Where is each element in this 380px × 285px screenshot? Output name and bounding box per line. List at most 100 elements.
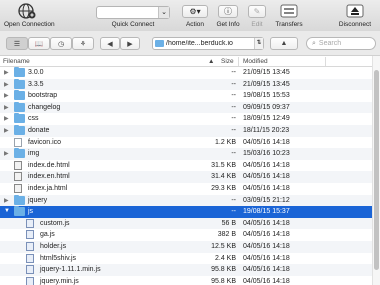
file-modified: 04/05/16 14:18 (243, 242, 290, 250)
file-modified: 18/11/15 20:23 (243, 126, 290, 134)
back-button[interactable]: ◀ (100, 37, 120, 50)
file-row[interactable]: ▶ 3.3.5 -- 21/09/15 13:45 (0, 78, 372, 91)
file-size: 12.5 KB (211, 242, 236, 250)
browser-view-button[interactable]: ☰ (6, 37, 28, 50)
file-modified: 18/09/15 12:49 (243, 115, 290, 123)
disclosure-collapsed-icon[interactable]: ▶ (4, 81, 9, 88)
eject-icon (334, 2, 376, 20)
file-row[interactable]: holder.js 12.5 KB 04/05/16 14:18 (0, 240, 372, 253)
disclosure-collapsed-icon[interactable]: ▶ (4, 150, 9, 157)
column-divider[interactable] (325, 57, 326, 66)
disclosure-collapsed-icon[interactable]: ▶ (4, 69, 9, 76)
file-modified: 04/05/16 14:18 (243, 231, 290, 239)
folder-icon (14, 124, 25, 135)
file-row[interactable]: ▼ js -- 19/08/15 15:37 (0, 206, 372, 218)
file-modified: 21/09/15 13:45 (243, 69, 290, 76)
file-row[interactable]: index.de.html 31.5 KB 04/05/16 14:18 (0, 160, 372, 172)
chevron-down-icon[interactable]: ⌄ (158, 7, 169, 18)
vertical-scrollbar[interactable] (372, 56, 380, 285)
chevron-updown-icon[interactable]: ⇅ (254, 38, 263, 49)
disclosure-collapsed-icon[interactable]: ▶ (4, 115, 9, 122)
sort-asc-icon: ▲ (208, 58, 215, 65)
file-row[interactable]: jquery.min.js 95.8 KB 04/05/16 14:18 (0, 276, 372, 285)
parent-folder-button[interactable]: ▲ (270, 37, 298, 50)
file-size: 95.8 KB (211, 277, 236, 285)
column-header: Filename ▲ Size Modified (0, 56, 372, 67)
column-modified[interactable]: Modified (243, 58, 268, 65)
file-size: 382 B (217, 231, 236, 239)
file-row[interactable]: html5shiv.js 2.4 KB 04/05/16 14:18 (0, 253, 372, 265)
file-name: ga.js (40, 231, 55, 239)
file-row[interactable]: favicon.ico 1.2 KB 04/05/16 14:18 (0, 137, 372, 149)
file-modified: 15/03/16 10:23 (243, 150, 290, 158)
transfers-button[interactable]: Transfers (272, 2, 306, 28)
file-row[interactable]: ga.js 382 B 04/05/16 14:18 (0, 229, 372, 241)
transfers-icon (272, 2, 306, 20)
file-row[interactable]: ▶ jquery -- 03/09/15 21:12 (0, 194, 372, 207)
column-divider[interactable] (238, 57, 239, 66)
script-file-icon (26, 253, 34, 263)
column-filename[interactable]: Filename (3, 58, 30, 65)
file-size: -- (231, 150, 236, 158)
path-selector[interactable]: /home/ite...berduck.io ⇅ (152, 37, 264, 50)
action-button[interactable]: ⚙▾ Action (180, 2, 210, 28)
file-row[interactable]: jquery-1.11.1.min.js 95.8 KB 04/05/16 14:1… (0, 264, 372, 276)
file-row[interactable]: ▶ 3.0.0 -- 21/09/15 13:45 (0, 67, 372, 79)
html-file-icon (14, 183, 22, 193)
file-row[interactable]: index.ja.html 29.3 KB 04/05/16 14:18 (0, 183, 372, 195)
disclosure-collapsed-icon[interactable]: ▶ (4, 197, 9, 204)
file-modified: 19/08/15 15:53 (243, 92, 290, 100)
folder-icon (14, 90, 25, 101)
edit-button[interactable]: ✎ Edit (246, 2, 268, 28)
file-modified: 03/09/15 21:12 (243, 196, 290, 204)
edit-label: Edit (251, 21, 263, 28)
file-row[interactable]: ▶ donate -- 18/11/15 20:23 (0, 124, 372, 137)
clock-icon: ◷ (57, 40, 65, 48)
file-name: donate (28, 126, 50, 134)
html-file-icon (14, 160, 22, 170)
file-row[interactable]: ▶ changelog -- 09/09/15 09:37 (0, 101, 372, 114)
disclosure-expanded-icon[interactable]: ▼ (4, 208, 10, 214)
search-input[interactable]: ⌕ Search (306, 37, 376, 50)
file-modified: 09/09/15 09:37 (243, 103, 290, 111)
file-name: 3.3.5 (28, 80, 44, 88)
globe-plus-icon (4, 2, 50, 20)
disclosure-collapsed-icon[interactable]: ▶ (4, 127, 9, 134)
script-file-icon (26, 265, 34, 275)
folder-icon (14, 194, 25, 205)
forward-button[interactable]: ▶ (120, 37, 140, 50)
script-file-icon (26, 276, 34, 285)
pencil-icon: ✎ (248, 4, 266, 18)
html-file-icon (14, 172, 22, 182)
get-info-button[interactable]: ⓘ Get Info (212, 2, 244, 28)
disconnect-button[interactable]: Disconnect (334, 2, 376, 28)
file-name: css (28, 115, 39, 123)
file-modified: 04/05/16 14:18 (243, 173, 290, 181)
column-size[interactable]: Size (221, 58, 234, 65)
scrollbar-thumb[interactable] (374, 70, 379, 270)
open-connection-button[interactable]: Open Connection (4, 2, 55, 28)
file-modified: 04/05/16 14:18 (243, 184, 290, 192)
get-info-label: Get Info (216, 21, 240, 28)
list-icon: ☰ (13, 40, 21, 48)
folder-icon (155, 40, 164, 47)
bonjour-view-button[interactable]: ⚘ (72, 37, 94, 50)
file-row[interactable]: ▶ bootstrap -- 19/08/15 15:53 (0, 90, 372, 102)
quick-connect-combo[interactable]: ⌄ (96, 6, 170, 19)
file-name: custom.js (40, 219, 70, 227)
file-modified: 04/05/16 14:18 (243, 138, 290, 146)
file-row[interactable]: ▶ img -- 15/03/16 10:23 (0, 148, 372, 160)
book-icon: 📖 (34, 40, 44, 48)
chevron-right-icon: ▶ (127, 40, 133, 48)
file-name: index.de.html (28, 161, 70, 169)
action-label: Action (185, 21, 205, 28)
file-row[interactable]: ▶ css -- 18/09/15 12:49 (0, 113, 372, 125)
search-icon: ⌕ (312, 39, 316, 47)
disclosure-collapsed-icon[interactable]: ▶ (4, 104, 9, 111)
file-modified: 04/05/16 14:18 (243, 266, 290, 274)
disclosure-collapsed-icon[interactable]: ▶ (4, 92, 9, 99)
bookmarks-view-button[interactable]: 📖 (28, 37, 50, 50)
file-row[interactable]: index.en.html 31.4 KB 04/05/16 14:18 (0, 171, 372, 183)
file-row[interactable]: custom.js 56 B 04/05/16 14:18 (0, 217, 372, 230)
history-view-button[interactable]: ◷ (50, 37, 72, 50)
